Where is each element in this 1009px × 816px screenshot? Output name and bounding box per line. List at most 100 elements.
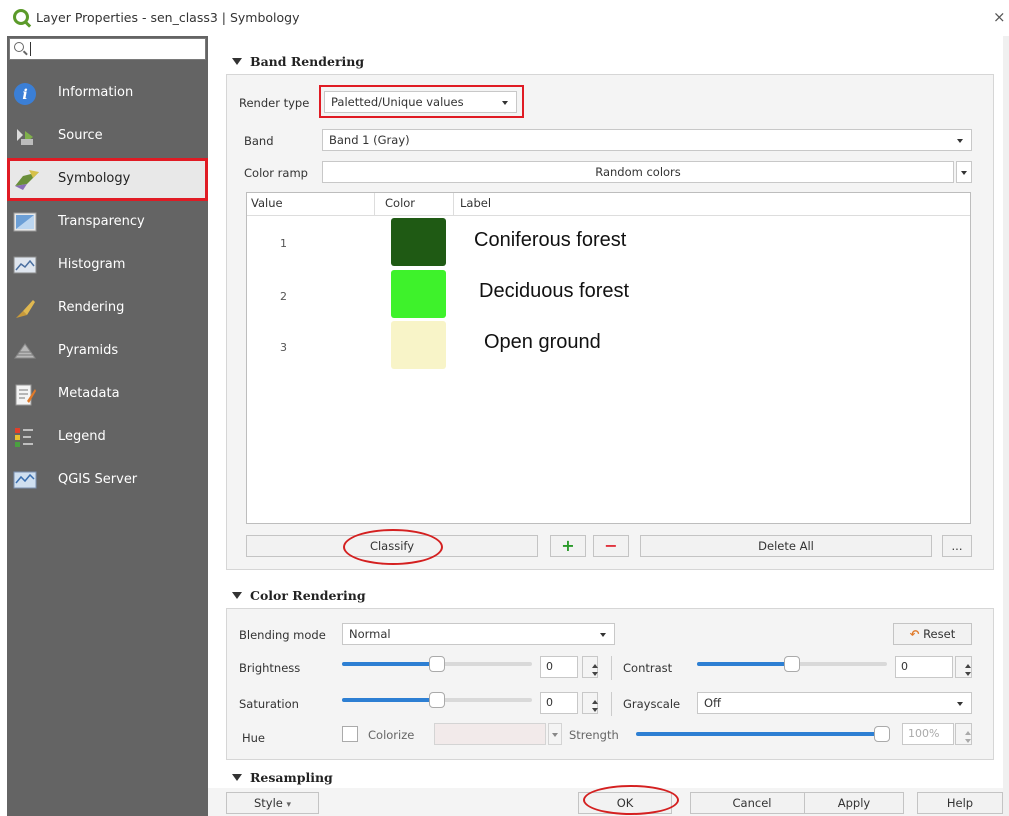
symbology-icon <box>13 166 39 190</box>
table-row[interactable]: 1 Coniferous forest <box>247 217 970 267</box>
strength-label: Strength <box>569 728 619 742</box>
divider <box>611 656 612 680</box>
spin-arrows-icon[interactable] <box>955 723 972 745</box>
color-swatch[interactable] <box>391 270 446 318</box>
spin-arrows-icon[interactable] <box>582 692 598 714</box>
sidebar-item-label: Pyramids <box>58 343 119 358</box>
brightness-spinbox[interactable]: 0 <box>540 656 578 678</box>
colorize-checkbox[interactable] <box>342 726 358 742</box>
cancel-button[interactable]: Cancel <box>690 792 814 814</box>
brightness-label: Brightness <box>239 661 301 675</box>
sidebar-item-information[interactable]: i Information <box>7 74 208 114</box>
sidebar-item-label: Histogram <box>58 257 126 272</box>
contrast-label: Contrast <box>623 661 673 675</box>
sidebar-item-pyramids[interactable]: Pyramids <box>7 332 208 372</box>
blending-mode-select[interactable]: Normal <box>342 623 615 645</box>
contrast-slider[interactable] <box>697 656 887 672</box>
slider-fill <box>342 698 432 702</box>
class-value: 1 <box>280 237 287 250</box>
sidebar-item-rendering[interactable]: Rendering <box>7 289 208 329</box>
strength-slider[interactable] <box>636 726 890 742</box>
contrast-spinbox[interactable]: 0 <box>895 656 953 678</box>
sidebar-item-label: QGIS Server <box>58 472 138 487</box>
more-options-button[interactable]: ... <box>942 535 972 557</box>
band-rendering-header[interactable]: Band Rendering <box>232 54 364 69</box>
sidebar-item-qgis-server[interactable]: QGIS Server <box>7 461 208 501</box>
strength-spinbox[interactable]: 100% <box>902 723 954 745</box>
pyramids-icon <box>13 340 37 362</box>
sidebar-item-label: Legend <box>58 429 106 444</box>
sidebar-item-transparency[interactable]: Transparency <box>7 203 208 243</box>
collapse-triangle-icon <box>232 592 242 599</box>
sidebar-item-label: Transparency <box>58 214 145 229</box>
undo-icon: ↶ <box>909 627 920 641</box>
band-select[interactable]: Band 1 (Gray) <box>322 129 972 151</box>
remove-class-button[interactable]: − <box>593 535 629 557</box>
colorize-color-dropdown[interactable] <box>548 723 562 745</box>
color-swatch[interactable] <box>391 218 446 266</box>
text-cursor <box>30 42 31 56</box>
metadata-icon <box>13 383 37 406</box>
column-header-label[interactable]: Label <box>460 193 491 215</box>
collapse-triangle-icon <box>232 774 242 781</box>
sidebar-item-source[interactable]: Source <box>7 117 208 157</box>
window-title: Layer Properties - sen_class3 | Symbolog… <box>36 10 300 25</box>
chevron-down-icon <box>552 733 558 737</box>
search-input[interactable] <box>9 38 206 60</box>
grayscale-label: Grayscale <box>623 697 681 711</box>
legend-icon <box>13 426 37 448</box>
transparency-icon <box>13 211 37 233</box>
header-divider <box>247 215 970 216</box>
slider-thumb[interactable] <box>784 656 800 672</box>
header-divider <box>453 193 454 215</box>
saturation-spinbox[interactable]: 0 <box>540 692 578 714</box>
search-icon <box>14 42 24 52</box>
add-class-button[interactable]: + <box>550 535 586 557</box>
help-button[interactable]: Help <box>917 792 1003 814</box>
table-row[interactable]: 2 Deciduous forest <box>247 270 970 320</box>
qgis-server-icon <box>13 469 37 491</box>
column-header-value[interactable]: Value <box>251 193 283 215</box>
information-icon: i <box>13 82 37 105</box>
class-label[interactable]: Coniferous forest <box>474 229 626 252</box>
grayscale-select[interactable]: Off <box>697 692 972 714</box>
delete-all-button[interactable]: Delete All <box>640 535 932 557</box>
spin-arrows-icon[interactable] <box>955 656 972 678</box>
saturation-label: Saturation <box>239 697 299 711</box>
saturation-slider[interactable] <box>342 692 532 708</box>
colorize-label: Colorize <box>368 728 415 742</box>
reset-button[interactable]: ↶ Reset <box>893 623 972 645</box>
close-icon[interactable]: × <box>993 8 1006 26</box>
sidebar-item-label: Symbology <box>58 171 131 186</box>
chevron-down-icon <box>957 702 963 706</box>
rendering-icon <box>13 297 37 319</box>
table-row[interactable]: 3 Open ground <box>247 321 970 371</box>
color-ramp-dropdown[interactable] <box>956 161 972 183</box>
sidebar-item-metadata[interactable]: Metadata <box>7 375 208 415</box>
color-swatch[interactable] <box>391 321 446 369</box>
class-label[interactable]: Open ground <box>484 331 601 354</box>
color-ramp-select[interactable]: Random colors <box>322 161 954 183</box>
sidebar-item-label: Metadata <box>58 386 120 401</box>
slider-thumb[interactable] <box>429 692 445 708</box>
spin-arrows-icon[interactable] <box>582 656 598 678</box>
sidebar-item-histogram[interactable]: Histogram <box>7 246 208 286</box>
class-value: 2 <box>280 290 287 303</box>
classes-table[interactable]: Value Color Label 1 Coniferous forest 2 … <box>246 192 971 524</box>
vertical-scrollbar[interactable] <box>1003 36 1009 816</box>
apply-button[interactable]: Apply <box>804 792 904 814</box>
sidebar-item-legend[interactable]: Legend <box>7 418 208 458</box>
style-menu-button[interactable]: Style ▾ <box>226 792 319 814</box>
chevron-down-icon <box>957 139 963 143</box>
color-rendering-header[interactable]: Color Rendering <box>232 588 366 603</box>
class-label[interactable]: Deciduous forest <box>479 280 629 303</box>
sidebar-item-symbology[interactable]: Symbology <box>7 158 208 201</box>
band-label: Band <box>244 134 274 148</box>
column-header-color[interactable]: Color <box>385 193 415 215</box>
slider-thumb[interactable] <box>874 726 890 742</box>
brightness-slider[interactable] <box>342 656 532 672</box>
colorize-color-button[interactable] <box>434 723 546 745</box>
slider-thumb[interactable] <box>429 656 445 672</box>
resampling-header[interactable]: Resampling <box>232 770 333 785</box>
render-type-label: Render type <box>239 96 310 110</box>
